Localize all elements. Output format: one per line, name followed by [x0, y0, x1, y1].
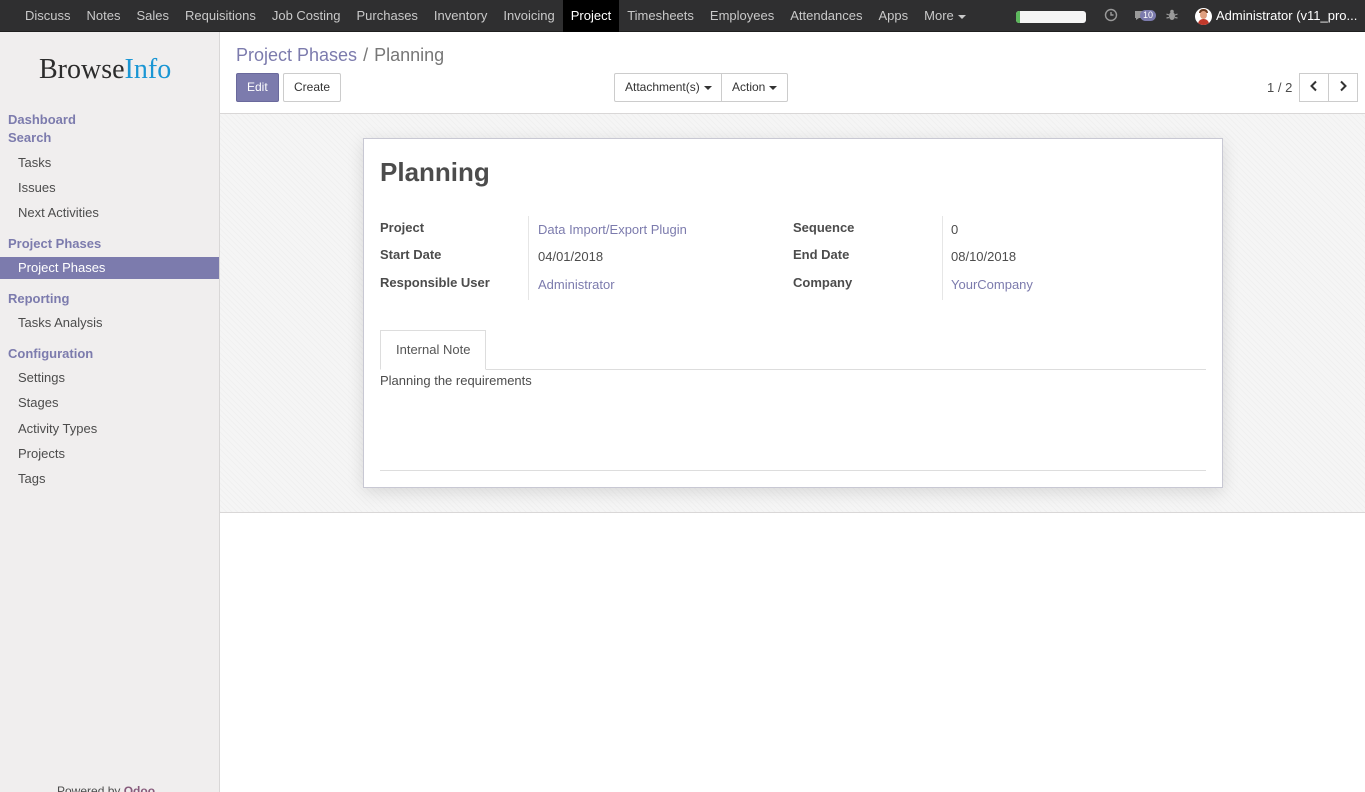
menu-employees[interactable]: Employees — [702, 0, 782, 32]
pager-next-button[interactable] — [1328, 73, 1358, 102]
internal-note-text[interactable]: Planning the requirements — [380, 373, 532, 388]
notebook-tabs: Internal Note — [380, 330, 1206, 370]
breadcrumb: Project Phases / Planning — [236, 45, 444, 66]
sidebar-head-project-phases[interactable]: Project Phases — [8, 236, 101, 251]
sidebar-item-next-activities[interactable]: Next Activities — [0, 202, 219, 224]
menu-discuss[interactable]: Discuss — [17, 0, 79, 32]
powered-prefix: Powered by — [57, 784, 124, 792]
sidebar-item-settings[interactable]: Settings — [0, 367, 219, 389]
tab-internal-note[interactable]: Internal Note — [380, 330, 487, 370]
sidebar-item-project-phases[interactable]: Project Phases — [0, 257, 219, 279]
project-value[interactable]: Data Import/Export Plugin — [538, 222, 687, 237]
menu-requisitions[interactable]: Requisitions — [177, 0, 264, 32]
menu-purchases[interactable]: Purchases — [349, 0, 426, 32]
create-button[interactable]: Create — [283, 73, 342, 102]
powered-by: Powered by Odoo — [57, 784, 155, 792]
end-date-value: 08/10/2018 — [951, 249, 1017, 264]
chevron-down-icon — [703, 85, 712, 90]
record-title: Planning — [380, 157, 490, 187]
breadcrumb-current: Planning — [374, 45, 445, 65]
responsible-user-value[interactable]: Administrator — [538, 277, 615, 292]
sidebar-item-activity-types[interactable]: Activity Types — [0, 418, 219, 440]
bug-icon[interactable] — [1165, 8, 1179, 26]
divider — [528, 216, 529, 300]
user-avatar[interactable] — [1195, 8, 1212, 25]
company-label: Company — [793, 275, 853, 290]
sequence-value: 0 — [951, 222, 959, 237]
messages-count-badge: 10 — [1140, 10, 1157, 21]
sidebar-item-stages[interactable]: Stages — [0, 392, 219, 414]
logo-accent-text: Info — [124, 54, 172, 85]
sidebar-head-search[interactable]: Search — [8, 130, 51, 145]
sidebar-head-dashboard[interactable]: Dashboard — [8, 112, 76, 127]
menu-project[interactable]: Project — [562, 0, 620, 32]
divider — [942, 216, 943, 300]
control-panel: Project Phases / Planning Edit Create Atta… — [220, 32, 1365, 114]
menu-more[interactable]: More — [916, 0, 974, 32]
project-label: Project — [380, 220, 425, 235]
sidebar-item-projects[interactable]: Projects — [0, 443, 219, 465]
odoo-link[interactable]: Odoo — [124, 784, 155, 792]
form-view: Planning Project Data Import/Export Plug… — [220, 114, 1365, 513]
sidebar: BrowseInfo Dashboard Search Tasks Issues… — [0, 32, 220, 792]
company-value[interactable]: YourCompany — [951, 277, 1033, 292]
chevron-down-icon — [957, 14, 966, 19]
menu-job-costing[interactable]: Job Costing — [264, 0, 349, 32]
app-menu: Discuss Notes Sales Requisitions Job Cos… — [17, 0, 974, 32]
user-menu[interactable]: Administrator (v11_pro... — [1216, 0, 1357, 32]
menu-attendances[interactable]: Attendances — [782, 0, 870, 32]
chevron-down-icon — [769, 85, 778, 90]
start-date-label: Start Date — [380, 247, 442, 262]
breadcrumb-separator: / — [363, 45, 369, 65]
end-date-label: End Date — [793, 247, 850, 262]
breadcrumb-parent[interactable]: Project Phases — [236, 45, 357, 65]
menu-sales[interactable]: Sales — [128, 0, 177, 32]
top-navbar: Discuss Notes Sales Requisitions Job Cos… — [0, 0, 1365, 32]
sidebar-head-reporting[interactable]: Reporting — [8, 291, 69, 306]
menu-inventory[interactable]: Inventory — [426, 0, 495, 32]
progress-bar — [1016, 11, 1086, 23]
menu-timesheets[interactable]: Timesheets — [619, 0, 702, 32]
sidebar-item-tags[interactable]: Tags — [0, 468, 219, 490]
attachments-dropdown[interactable]: Attachment(s) — [614, 73, 723, 102]
more-label: More — [924, 8, 954, 23]
menu-notes[interactable]: Notes — [79, 0, 129, 32]
sidebar-item-issues[interactable]: Issues — [0, 177, 219, 199]
start-date-value: 04/01/2018 — [538, 249, 604, 264]
action-label: Action — [732, 80, 766, 94]
form-sheet: Planning Project Data Import/Export Plug… — [363, 138, 1223, 488]
logo-main-text: Browse — [39, 54, 125, 85]
chevron-right-icon — [1340, 80, 1347, 92]
pager-previous-button[interactable] — [1299, 73, 1329, 102]
responsible-user-label: Responsible User — [380, 275, 490, 290]
attachments-label: Attachment(s) — [625, 80, 700, 94]
sidebar-item-tasks-analysis[interactable]: Tasks Analysis — [0, 312, 219, 334]
clock-icon[interactable] — [1104, 8, 1118, 26]
pager-value[interactable]: 1 / 2 — [1267, 80, 1292, 95]
company-logo[interactable]: BrowseInfo — [39, 54, 171, 86]
sidebar-item-tasks[interactable]: Tasks — [0, 152, 219, 174]
menu-invoicing[interactable]: Invoicing — [495, 0, 562, 32]
edit-button[interactable]: Edit — [236, 73, 279, 102]
sidebar-head-configuration[interactable]: Configuration — [8, 346, 93, 361]
menu-apps[interactable]: Apps — [871, 0, 917, 32]
chevron-left-icon — [1310, 80, 1317, 92]
progress-fill — [1016, 11, 1021, 23]
divider — [380, 470, 1206, 471]
sequence-label: Sequence — [793, 220, 855, 235]
action-dropdown[interactable]: Action — [721, 73, 789, 102]
